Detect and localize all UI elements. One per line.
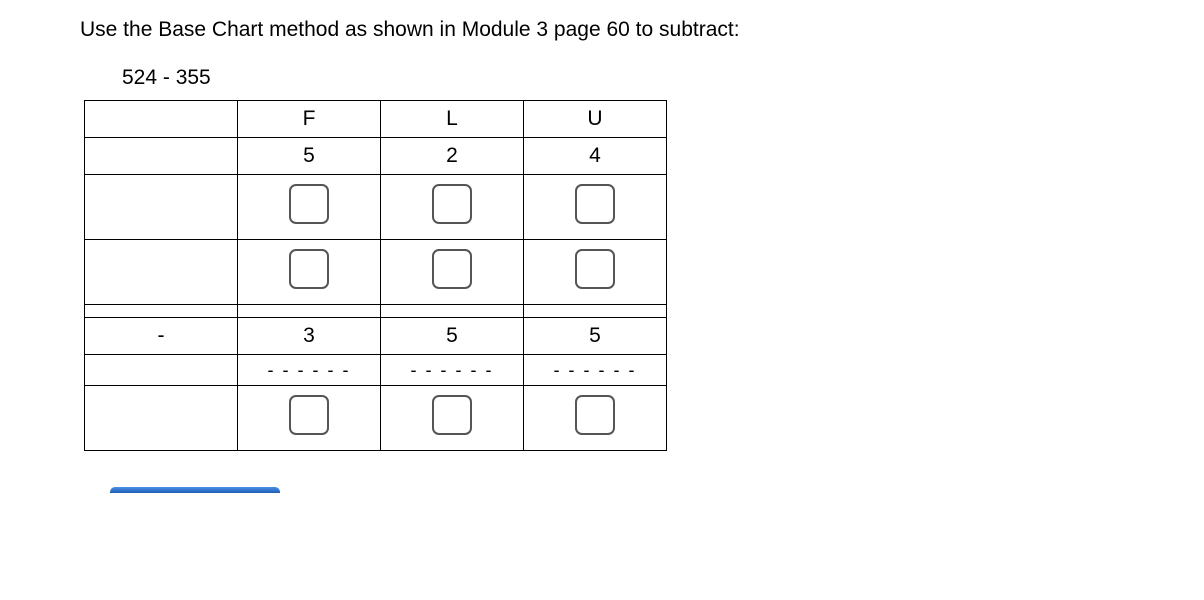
minus-sign: -	[85, 318, 238, 355]
base-chart-table: F L U 5 2 4 - 3	[84, 100, 667, 451]
answer-box[interactable]	[289, 395, 329, 435]
input-box[interactable]	[575, 184, 615, 224]
subtrahend-U: 5	[524, 318, 667, 355]
blank-cell	[85, 175, 238, 240]
instruction-text: Use the Base Chart method as shown in Mo…	[80, 18, 1204, 42]
blank-cell	[238, 305, 381, 318]
header-U: U	[524, 101, 667, 138]
blank-cell	[85, 305, 238, 318]
input-box[interactable]	[575, 249, 615, 289]
answer-box[interactable]	[575, 395, 615, 435]
header-L: L	[381, 101, 524, 138]
header-F: F	[238, 101, 381, 138]
blank-cell	[85, 355, 238, 386]
answer-box[interactable]	[432, 395, 472, 435]
blank-cell	[381, 305, 524, 318]
expression-text: 524 - 355	[122, 66, 1204, 90]
blank-cell	[85, 386, 238, 451]
minuend-L: 2	[381, 138, 524, 175]
input-box[interactable]	[432, 249, 472, 289]
dash-line: - - - - - -	[554, 360, 637, 380]
blank-cell	[85, 240, 238, 305]
subtrahend-L: 5	[381, 318, 524, 355]
input-box[interactable]	[289, 249, 329, 289]
blank-cell	[85, 138, 238, 175]
minuend-F: 5	[238, 138, 381, 175]
subtrahend-F: 3	[238, 318, 381, 355]
dash-line: - - - - - -	[268, 360, 351, 380]
blank-cell	[524, 305, 667, 318]
minuend-U: 4	[524, 138, 667, 175]
input-box[interactable]	[432, 184, 472, 224]
partial-button[interactable]	[110, 487, 280, 493]
dash-line: - - - - - -	[411, 360, 494, 380]
blank-cell	[85, 101, 238, 138]
input-box[interactable]	[289, 184, 329, 224]
